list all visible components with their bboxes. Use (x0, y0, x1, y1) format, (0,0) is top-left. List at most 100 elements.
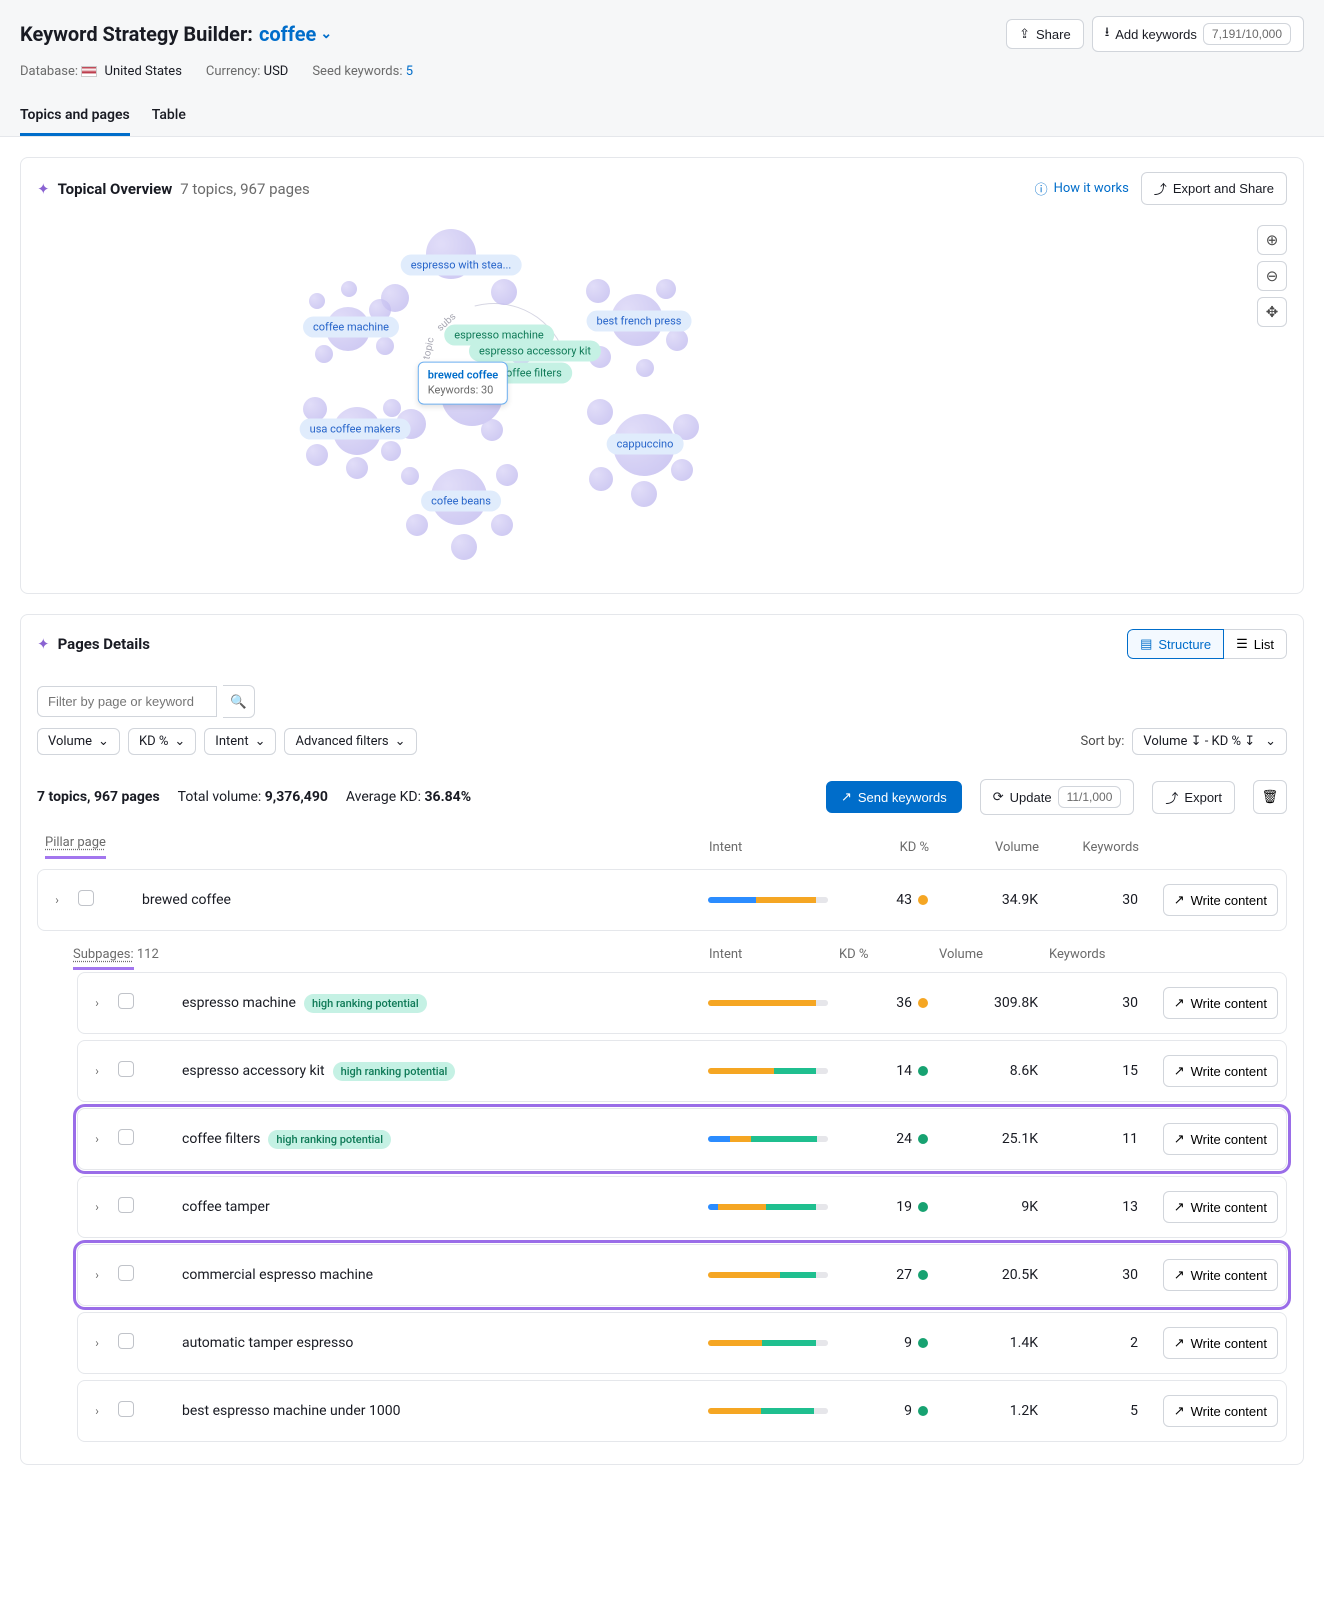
filter-volume[interactable]: Volume⌄ (37, 728, 120, 755)
arrow-icon: ↗ (1174, 1199, 1185, 1215)
bubble[interactable] (376, 337, 394, 355)
row-name[interactable]: commercial espresso machine (182, 1267, 698, 1283)
seed-name: coffee (259, 22, 316, 46)
tab-table[interactable]: Table (152, 97, 186, 136)
tab-topics-pages[interactable]: Topics and pages (20, 97, 130, 136)
write-content-button[interactable]: ↗Write content (1163, 1123, 1278, 1155)
write-content-button[interactable]: ↗Write content (1163, 1191, 1278, 1223)
expand-toggle[interactable]: › (86, 1336, 108, 1350)
bubble[interactable] (309, 293, 325, 309)
chevron-down-icon: ⌄ (98, 734, 109, 749)
row-name[interactable]: espresso accessory kithigh ranking poten… (182, 1062, 698, 1081)
filter-intent[interactable]: Intent⌄ (204, 728, 276, 755)
delete-button[interactable]: 🗑 (1253, 780, 1287, 814)
row-name[interactable]: coffee tamper (182, 1199, 698, 1215)
write-content-button[interactable]: ↗Write content (1163, 1055, 1278, 1087)
bubble[interactable] (401, 467, 419, 485)
filter-kd[interactable]: KD %⌄ (128, 728, 196, 755)
bubble[interactable] (589, 467, 613, 491)
subpages-header: Subpages: 112 Intent KD % Volume Keyword… (37, 937, 1287, 972)
bubble[interactable] (303, 397, 327, 421)
bubble-label-cappuccino[interactable]: cappuccino (607, 434, 684, 455)
row-checkbox[interactable] (118, 1061, 134, 1077)
volume-cell: 34.9K (938, 892, 1038, 908)
bubble[interactable] (491, 514, 513, 536)
bubble-label-esp-kit[interactable]: espresso accessory kit (469, 341, 601, 362)
row-name[interactable]: coffee filtershigh ranking potential (182, 1130, 698, 1149)
view-structure-button[interactable]: ▤ Structure (1127, 629, 1224, 659)
arrow-icon: ↗ (1174, 892, 1185, 908)
row-checkbox[interactable] (118, 1401, 134, 1417)
row-checkbox[interactable] (118, 993, 134, 1009)
expand-toggle[interactable]: › (86, 1200, 108, 1214)
expand-toggle[interactable]: › (86, 996, 108, 1010)
bubble[interactable] (383, 399, 401, 417)
row-checkbox[interactable] (118, 1265, 134, 1281)
expand-toggle[interactable]: › (86, 1268, 108, 1282)
add-keywords-button[interactable]: ⭳ Add keywords 7,191/10,000 (1092, 16, 1304, 52)
keywords-cell: 11 (1048, 1131, 1138, 1147)
export-button[interactable]: ⤴ Export (1152, 781, 1235, 814)
bubble-label-usa[interactable]: usa coffee makers (300, 419, 411, 440)
seed-dropdown[interactable]: coffee ⌄ (259, 22, 332, 46)
row-name[interactable]: automatic tamper espresso (182, 1335, 698, 1351)
bubble[interactable] (666, 329, 688, 351)
bubble[interactable] (636, 359, 654, 377)
bubble[interactable] (587, 399, 613, 425)
row-checkbox[interactable] (118, 1197, 134, 1213)
row-checkbox[interactable] (118, 1129, 134, 1145)
zoom-in-button[interactable]: ⊕ (1257, 225, 1287, 255)
sort-dropdown[interactable]: Volume ↧ - KD % ↧ ⌄ (1132, 728, 1287, 755)
bubble[interactable] (481, 419, 503, 441)
write-content-button[interactable]: ↗Write content (1163, 1327, 1278, 1359)
write-content-button[interactable]: ↗Write content (1163, 987, 1278, 1019)
bubble[interactable] (346, 457, 368, 479)
row-checkbox[interactable] (78, 890, 94, 906)
arrow-icon: ↗ (1174, 1063, 1185, 1079)
expand-toggle[interactable]: › (86, 1064, 108, 1078)
row-checkbox[interactable] (118, 1333, 134, 1349)
write-content-button[interactable]: ↗Write content (1163, 1259, 1278, 1291)
update-quota: 11/1,000 (1058, 786, 1122, 808)
row-name[interactable]: espresso machinehigh ranking potential (182, 994, 698, 1013)
bubble-label-beans[interactable]: cofee beans (421, 491, 501, 512)
how-it-works-link[interactable]: ⓘ How it works (1035, 179, 1129, 198)
update-button[interactable]: ⟳ Update 11/1,000 (980, 779, 1135, 815)
row-name[interactable]: best espresso machine under 1000 (182, 1403, 698, 1419)
bubble[interactable] (306, 444, 328, 466)
bubble[interactable] (381, 441, 401, 461)
seed-count-link[interactable]: 5 (406, 64, 413, 79)
send-keywords-button[interactable]: ↗ Send keywords (826, 781, 962, 813)
write-content-button[interactable]: ↗Write content (1163, 1395, 1278, 1427)
expand-toggle[interactable]: › (86, 1404, 108, 1418)
bubble[interactable] (656, 279, 676, 299)
bubble[interactable] (671, 459, 693, 481)
reset-view-button[interactable]: ✥ (1257, 297, 1287, 327)
bubble-label-esp-steam[interactable]: espresso with stea... (401, 255, 522, 276)
bubble[interactable] (341, 281, 357, 297)
bubble[interactable] (496, 464, 518, 486)
export-share-button[interactable]: ⤴ Export and Share (1141, 172, 1287, 205)
bubble[interactable] (451, 534, 477, 560)
bubble[interactable] (491, 279, 517, 305)
expand-toggle[interactable]: › (86, 1132, 108, 1146)
summary-topics: 7 topics, 967 pages (37, 789, 160, 805)
bubble-label-french[interactable]: best french press (587, 311, 692, 332)
filter-advanced[interactable]: Advanced filters⌄ (284, 728, 416, 755)
overview-title: Topical Overview (58, 180, 173, 198)
bubble[interactable] (631, 481, 657, 507)
expand-toggle[interactable]: › (46, 893, 68, 907)
row-name[interactable]: brewed coffee (142, 892, 698, 908)
write-content-button[interactable]: ↗Write content (1163, 884, 1278, 916)
bubble[interactable] (406, 514, 428, 536)
bubble[interactable] (586, 279, 610, 303)
share-button[interactable]: ⇪ Share (1006, 19, 1084, 49)
topic-bubble-map[interactable]: ⊕ ⊖ ✥ subs topic pillar (31, 219, 1293, 579)
bubble-label-coffee-machine[interactable]: coffee machine (303, 317, 399, 338)
share-label: Share (1036, 27, 1071, 42)
view-list-button[interactable]: ☰ List (1224, 629, 1287, 659)
zoom-out-button[interactable]: ⊖ (1257, 261, 1287, 291)
filter-search-button[interactable]: 🔍 (223, 685, 255, 718)
filter-input[interactable] (37, 686, 217, 717)
bubble[interactable] (315, 345, 333, 363)
